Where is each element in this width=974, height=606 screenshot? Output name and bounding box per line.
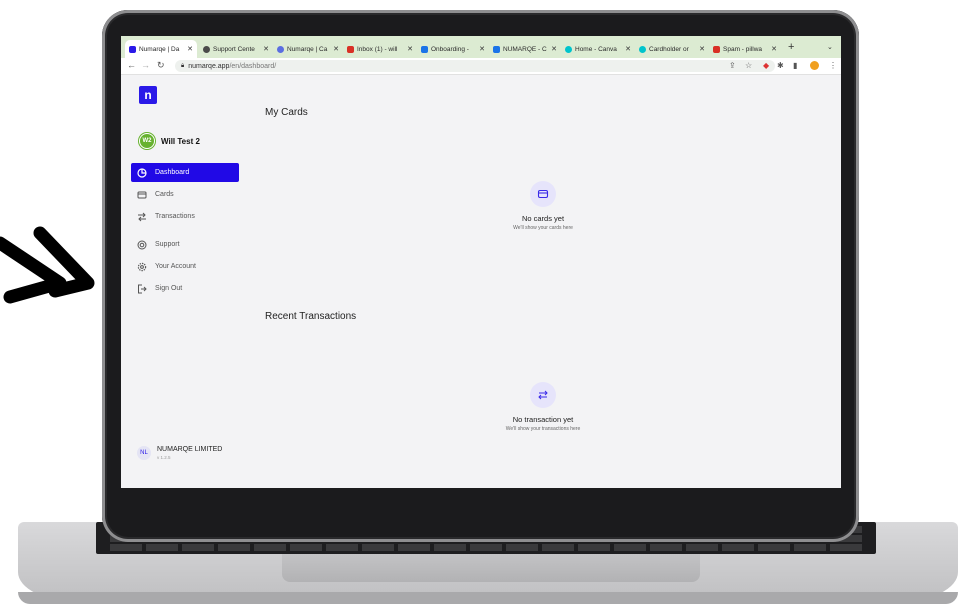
close-icon[interactable]: ✕ [771,45,777,53]
tab-label: Support Cente [213,45,255,53]
close-icon[interactable]: ✕ [625,45,631,53]
laptop-base-lip [18,592,958,604]
close-icon[interactable]: ✕ [479,45,485,53]
close-icon[interactable]: ✕ [333,45,339,53]
docs-favicon-icon [421,45,428,53]
star-icon[interactable]: ☆ [745,61,752,70]
sign-out-icon [138,284,147,293]
org-avatar: NL [137,446,151,460]
user-profile[interactable]: W2 Will Test 2 [139,133,200,149]
url-path: /en/dashboard/ [229,62,277,70]
app-version: v 1.2.5 [157,455,171,460]
browser-tab[interactable]: Support Cente ✕ [199,40,273,58]
address-bar[interactable]: 🔒︎ numarqe.app/en/dashboard/ [175,60,775,72]
tab-label: Numarqe | Da [139,45,180,53]
sidebar: n W2 Will Test 2 Dashboard Cards Transac… [121,75,245,488]
close-icon[interactable]: ✕ [263,45,269,53]
tab-label: Onboarding - [431,45,469,53]
browser-tab[interactable]: NUMARQE - C ✕ [489,40,561,58]
browser-tab[interactable]: Onboarding - ✕ [417,40,489,58]
numarqe-favicon-icon [129,45,136,53]
share-icon[interactable]: ⇪ [729,61,736,70]
menu-icon[interactable]: ⋮ [829,61,837,70]
close-icon[interactable]: ✕ [699,45,705,53]
sidebar-item-sign-out[interactable]: Sign Out [131,279,239,298]
gear-icon [137,262,147,271]
empty-subtitle: We'll show your cards here [513,225,573,231]
sidebar-item-support[interactable]: Support [131,235,239,254]
gmail-favicon-icon [347,45,354,53]
support-favicon-icon [203,45,210,53]
gmail-favicon-icon [713,45,720,53]
tab-label: Numarqe | Ca [287,45,328,53]
browser-tab[interactable]: Inbox (1) - will ✕ [343,40,417,58]
close-icon[interactable]: ✕ [407,45,413,53]
transfer-icon [138,212,146,221]
sidebar-item-cards[interactable]: Cards [131,185,239,204]
docs-favicon-icon [493,45,500,53]
browser-tab-strip: Numarqe | Da ✕ Support Cente ✕ Numarqe |… [121,36,841,58]
side-panel-icon[interactable]: ▮ [793,61,797,70]
my-cards-title: My Cards [265,107,308,118]
browser-tab[interactable]: Cardholder or ✕ [635,40,709,58]
lifebuoy-icon [137,240,147,249]
canva-favicon-icon [565,45,572,53]
sidebar-item-your-account[interactable]: Your Account [131,257,239,276]
cards-empty-state: No cards yet We'll show your cards here [245,181,841,231]
browser-tab[interactable]: Numarqe | Ca ✕ [273,40,343,58]
laptop-screen: Numarqe | Da ✕ Support Cente ✕ Numarqe |… [121,36,841,488]
close-icon[interactable]: ✕ [551,45,557,53]
app-root: n W2 Will Test 2 Dashboard Cards Transac… [121,75,841,488]
new-tab-button[interactable]: + [788,41,794,53]
browser-toolbar: ← → ↻ 🔒︎ numarqe.app/en/dashboard/ ⇪ ☆ ◆… [121,58,841,75]
laptop-trackpad [282,554,700,582]
lock-icon: 🔒︎ [181,62,185,69]
browser-tab[interactable]: Home - Canva ✕ [561,40,635,58]
tab-label: NUMARQE - C [503,45,547,53]
reload-button[interactable]: ↻ [157,60,165,71]
transactions-empty-state: No transaction yet We'll show your trans… [245,382,841,432]
canva-favicon-icon [639,45,646,53]
browser-tab[interactable]: Spam - pillwa ✕ [709,40,781,58]
url-host: numarqe.app [188,62,230,70]
sidebar-item-label: Sign Out [155,285,183,292]
org-name: NUMARQE LIMITED [157,446,223,453]
transfer-icon [530,382,556,408]
pie-chart-icon [137,167,147,178]
credit-card-icon [530,181,556,207]
puzzle-icon[interactable]: ✱ [777,61,784,70]
sidebar-item-label: Cards [155,191,174,198]
close-icon[interactable]: ✕ [187,45,193,53]
sidebar-item-label: Dashboard [155,169,190,176]
sidebar-item-label: Transactions [155,213,195,220]
empty-subtitle: We'll show your transactions here [505,426,581,432]
numarqe-favicon-icon [277,45,284,53]
organization-card[interactable]: NL NUMARQE LIMITED v 1.2.5 [137,446,222,460]
tab-label: Spam - pillwa [723,45,763,53]
avatar: W2 [139,133,155,149]
tab-label: Inbox (1) - will [357,45,398,53]
extension-icon[interactable]: ◆ [763,61,769,70]
sidebar-item-label: Support [155,241,180,248]
recent-transactions-title: Recent Transactions [265,311,357,322]
main-content: My Cards No cards yet We'll show your ca… [245,75,841,488]
sidebar-item-dashboard[interactable]: Dashboard [131,163,239,182]
empty-title: No transaction yet [512,415,574,424]
sidebar-item-label: Your Account [155,263,196,270]
tab-label: Home - Canva [575,45,617,53]
back-button[interactable]: ← [127,60,136,70]
arrow-doodle [0,226,95,304]
credit-card-icon [137,191,147,198]
numarqe-logo[interactable]: n [139,86,157,104]
user-name: Will Test 2 [161,136,200,146]
profile-avatar[interactable] [810,61,819,70]
sidebar-item-transactions[interactable]: Transactions [131,207,239,226]
empty-title: No cards yet [521,214,565,223]
chevron-down-icon[interactable]: ⌄ [827,43,833,51]
forward-button[interactable]: → [141,60,150,70]
tab-label: Cardholder or [649,45,689,53]
browser-tab[interactable]: Numarqe | Da ✕ [125,40,197,58]
